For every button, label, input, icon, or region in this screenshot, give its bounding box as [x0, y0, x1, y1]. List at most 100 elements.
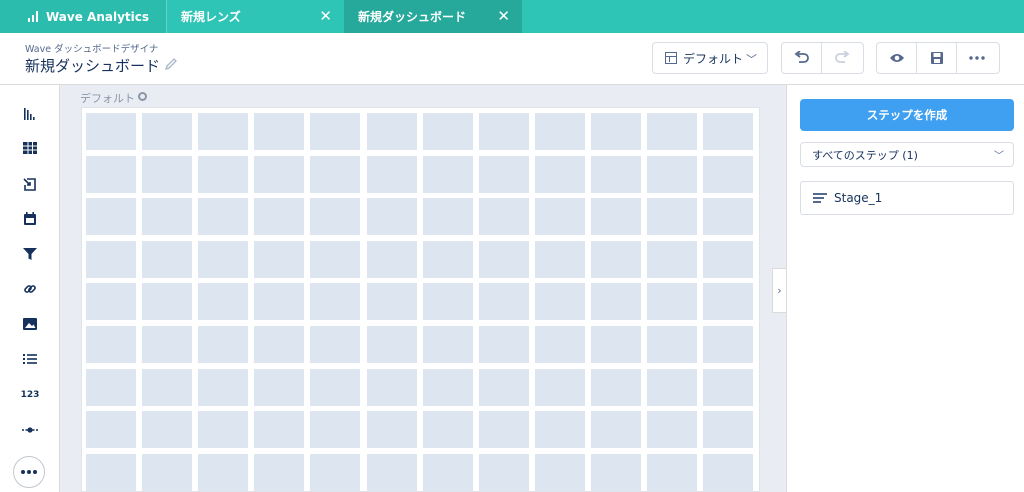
layout-select[interactable]: デフォルト ﹀ — [652, 42, 768, 74]
grid-cell[interactable] — [310, 411, 361, 449]
grid-cell[interactable] — [534, 155, 585, 193]
tab-new-dashboard[interactable]: 新規ダッシュボード ✕ — [344, 0, 522, 33]
grid-cell[interactable] — [647, 453, 697, 491]
grid-cell[interactable] — [422, 155, 473, 193]
grid-cell[interactable] — [366, 326, 417, 363]
grid-cell[interactable] — [534, 326, 585, 363]
grid-cell[interactable] — [310, 155, 361, 193]
grid-cell[interactable] — [254, 155, 305, 193]
grid-cell[interactable] — [478, 453, 529, 491]
grid-cell[interactable] — [366, 240, 417, 278]
save-button[interactable] — [917, 43, 957, 73]
grid-cell[interactable] — [703, 155, 754, 193]
grid-cell[interactable] — [142, 411, 193, 449]
redo-button[interactable] — [822, 43, 862, 73]
grid-cell[interactable] — [366, 453, 417, 491]
grid-cell[interactable] — [422, 411, 473, 449]
list-widget[interactable] — [19, 348, 41, 370]
pencil-icon[interactable] — [164, 57, 178, 71]
grid-cell[interactable] — [86, 368, 136, 406]
grid-cell[interactable] — [478, 155, 529, 193]
grid-cell[interactable] — [647, 113, 697, 150]
grid-cell[interactable] — [478, 368, 529, 406]
grid-cell[interactable] — [86, 198, 136, 236]
grid-cell[interactable] — [86, 283, 136, 321]
grid-cell[interactable] — [703, 113, 754, 150]
grid-cell[interactable] — [310, 113, 361, 150]
grid-cell[interactable] — [198, 453, 249, 491]
grid-cell[interactable] — [703, 283, 754, 321]
grid-cell[interactable] — [478, 411, 529, 449]
grid-cell[interactable] — [254, 240, 305, 278]
grid-cell[interactable] — [590, 453, 641, 491]
grid-cell[interactable] — [366, 283, 417, 321]
grid-cell[interactable] — [198, 283, 249, 321]
grid-cell[interactable] — [422, 453, 473, 491]
grid-cell[interactable] — [647, 283, 697, 321]
preview-button[interactable] — [877, 43, 917, 73]
range-widget[interactable] — [19, 419, 41, 441]
grid-cell[interactable] — [422, 240, 473, 278]
grid-cell[interactable] — [590, 240, 641, 278]
grid-cell[interactable] — [86, 453, 136, 491]
more-actions-button[interactable] — [957, 43, 997, 73]
grid-cell[interactable] — [647, 155, 697, 193]
grid-cell[interactable] — [590, 326, 641, 363]
number-widget[interactable]: 123 — [19, 384, 41, 406]
grid-cell[interactable] — [422, 113, 473, 150]
grid-cell[interactable] — [254, 411, 305, 449]
filter-widget[interactable] — [19, 243, 41, 265]
grid-cell[interactable] — [647, 411, 697, 449]
grid-cell[interactable] — [703, 453, 754, 491]
date-widget[interactable] — [19, 208, 41, 230]
grid-cell[interactable] — [366, 368, 417, 406]
grid-cell[interactable] — [142, 283, 193, 321]
grid-cell[interactable] — [142, 240, 193, 278]
grid-cell[interactable] — [590, 411, 641, 449]
grid-cell[interactable] — [142, 368, 193, 406]
grid-cell[interactable] — [366, 155, 417, 193]
link-widget[interactable] — [19, 278, 41, 300]
grid-cell[interactable] — [647, 198, 697, 236]
grid-cell[interactable] — [310, 453, 361, 491]
grid-cell[interactable] — [86, 411, 136, 449]
grid-cell[interactable] — [310, 326, 361, 363]
grid-cell[interactable] — [703, 326, 754, 363]
grid-cell[interactable] — [198, 113, 249, 150]
close-icon[interactable]: ✕ — [319, 8, 332, 24]
grid-cell[interactable] — [198, 368, 249, 406]
compare-table-widget[interactable] — [19, 173, 41, 195]
grid-cell[interactable] — [366, 198, 417, 236]
more-widgets-button[interactable] — [13, 456, 45, 488]
grid-cell[interactable] — [590, 283, 641, 321]
image-widget[interactable] — [19, 313, 41, 335]
grid-cell[interactable] — [478, 240, 529, 278]
tab-new-lens[interactable]: 新規レンズ ✕ — [166, 0, 344, 33]
grid-cell[interactable] — [254, 198, 305, 236]
grid-cell[interactable] — [86, 155, 136, 193]
grid-cell[interactable] — [478, 113, 529, 150]
grid-cell[interactable] — [86, 240, 136, 278]
grid-cell[interactable] — [478, 326, 529, 363]
grid-cell[interactable] — [478, 283, 529, 321]
table-widget[interactable] — [19, 137, 41, 159]
collapse-panel-button[interactable]: › — [772, 268, 786, 313]
grid-cell[interactable] — [86, 113, 136, 150]
grid-cell[interactable] — [310, 368, 361, 406]
grid-cell[interactable] — [534, 411, 585, 449]
grid-cell[interactable] — [198, 198, 249, 236]
grid-cell[interactable] — [647, 326, 697, 363]
create-step-button[interactable]: ステップを作成 — [800, 99, 1014, 131]
grid-cell[interactable] — [422, 326, 473, 363]
dashboard-title[interactable]: 新規ダッシュボード — [25, 55, 160, 76]
step-item[interactable]: Stage_1 — [800, 181, 1014, 215]
grid-cell[interactable] — [534, 113, 585, 150]
steps-filter-select[interactable]: すべてのステップ (1) ﹀ — [800, 142, 1014, 167]
grid-cell[interactable] — [198, 326, 249, 363]
grid-cell[interactable] — [478, 198, 529, 236]
grid-cell[interactable] — [534, 368, 585, 406]
grid-cell[interactable] — [142, 453, 193, 491]
grid-cell[interactable] — [534, 240, 585, 278]
grid-cell[interactable] — [590, 155, 641, 193]
grid-cell[interactable] — [703, 240, 754, 278]
